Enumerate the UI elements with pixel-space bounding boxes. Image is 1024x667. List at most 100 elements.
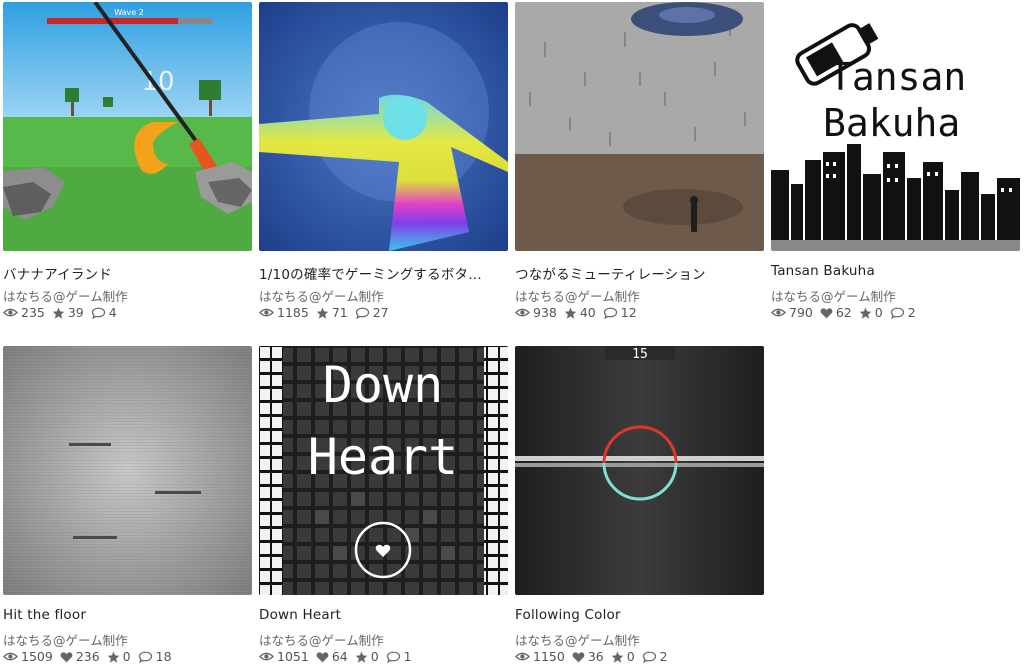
comments-stat: 18: [138, 649, 172, 664]
game-thumbnail[interactable]: [515, 2, 764, 251]
views-stat: 1509: [3, 649, 53, 664]
comments-stat: 2: [642, 649, 668, 664]
hud-wave-text: Wave 2: [114, 8, 144, 17]
eye-icon: [3, 308, 18, 317]
views-count: 1185: [277, 305, 309, 320]
stars-stat: 40: [564, 305, 596, 320]
views-count: 938: [533, 305, 557, 320]
game-title[interactable]: 1/10の確率でゲーミングするボタ…: [259, 263, 508, 283]
comments-count: 1: [403, 649, 412, 664]
likes-count: 236: [75, 649, 100, 664]
comments-count: 4: [108, 305, 117, 320]
game-title[interactable]: つながるミューティレーション: [515, 263, 764, 283]
likes-count: 64: [331, 649, 348, 664]
star-icon: [611, 651, 623, 663]
thumb-title-line2: Heart: [308, 428, 459, 486]
views-stat: 938: [515, 305, 557, 320]
heart-icon: [316, 651, 329, 662]
star-icon: [316, 307, 329, 319]
stars-count: 0: [626, 649, 635, 664]
game-thumbnail[interactable]: Wave 2 10: [3, 2, 252, 251]
game-grid: Wave 2 10 バナナアイランド はなちる@ゲーム制作 235 39 4 1…: [0, 0, 1024, 667]
eye-icon: [3, 652, 18, 661]
game-title[interactable]: Down Heart: [259, 607, 508, 623]
views-stat: 1150: [515, 649, 565, 664]
comment-icon: [890, 307, 904, 319]
game-thumbnail[interactable]: 15: [515, 346, 764, 595]
game-thumbnail[interactable]: Down Heart: [259, 346, 508, 595]
comment-icon: [642, 651, 656, 663]
heart-icon: [820, 307, 833, 318]
thumb-title-line1: Down: [323, 356, 443, 414]
stars-stat: 0: [107, 649, 131, 664]
game-stats: 790 62 0 2: [771, 305, 923, 320]
stars-count: 40: [579, 305, 596, 320]
game-author[interactable]: はなちる@ゲーム制作: [3, 630, 128, 649]
likes-stat: 36: [572, 649, 604, 664]
eye-icon: [515, 652, 530, 661]
views-count: 1150: [533, 649, 565, 664]
comment-icon: [138, 651, 152, 663]
likes-stat: 62: [820, 305, 852, 320]
stars-count: 71: [331, 305, 348, 320]
game-stats: 938 40 12: [515, 305, 644, 320]
game-author[interactable]: はなちる@ゲーム制作: [259, 286, 384, 305]
game-thumbnail[interactable]: [259, 2, 508, 251]
stars-count: 39: [67, 305, 84, 320]
eye-icon: [259, 308, 274, 317]
thumb-title-line2: Bakuha: [823, 101, 960, 145]
game-title[interactable]: Hit the floor: [3, 607, 252, 623]
game-title[interactable]: Tansan Bakuha: [771, 263, 1020, 279]
comment-icon: [355, 307, 369, 319]
stars-stat: 0: [859, 305, 883, 320]
comments-stat: 2: [890, 305, 916, 320]
thumb-title-line1: Tansan: [829, 55, 966, 99]
game-author[interactable]: はなちる@ゲーム制作: [3, 286, 128, 305]
stars-stat: 0: [355, 649, 379, 664]
views-count: 1509: [21, 649, 53, 664]
views-stat: 1185: [259, 305, 309, 320]
stars-stat: 0: [611, 649, 635, 664]
views-stat: 235: [3, 305, 45, 320]
game-stats: 1051 64 0 1: [259, 649, 419, 664]
eye-icon: [259, 652, 274, 661]
comment-icon: [91, 307, 105, 319]
comments-stat: 4: [91, 305, 117, 320]
comments-stat: 12: [603, 305, 637, 320]
views-count: 790: [789, 305, 813, 320]
eye-icon: [771, 308, 786, 317]
likes-stat: 64: [316, 649, 348, 664]
stars-count: 0: [122, 649, 131, 664]
comments-stat: 27: [355, 305, 389, 320]
game-title[interactable]: Following Color: [515, 607, 764, 623]
stars-stat: 71: [316, 305, 348, 320]
game-title[interactable]: バナナアイランド: [3, 263, 252, 283]
views-stat: 1051: [259, 649, 309, 664]
views-count: 1051: [277, 649, 309, 664]
game-thumbnail[interactable]: Tansan Bakuha: [771, 2, 1020, 251]
star-icon: [355, 651, 367, 663]
stars-stat: 39: [52, 305, 84, 320]
views-stat: 790: [771, 305, 813, 320]
comments-count: 18: [155, 649, 172, 664]
heart-icon: [60, 651, 73, 662]
comment-icon: [603, 307, 617, 319]
star-icon: [52, 307, 65, 319]
comments-count: 2: [907, 305, 916, 320]
game-author[interactable]: はなちる@ゲーム制作: [771, 286, 896, 305]
game-author[interactable]: はなちる@ゲーム制作: [515, 630, 640, 649]
likes-count: 62: [835, 305, 852, 320]
star-icon: [564, 307, 577, 319]
game-thumbnail[interactable]: [3, 346, 252, 595]
likes-stat: 236: [60, 649, 100, 664]
game-stats: 235 39 4: [3, 305, 124, 320]
game-stats: 1150 36 0 2: [515, 649, 675, 664]
star-icon: [859, 307, 872, 319]
stars-count: 0: [370, 649, 379, 664]
likes-count: 36: [587, 649, 604, 664]
game-author[interactable]: はなちる@ゲーム制作: [515, 286, 640, 305]
star-icon: [107, 651, 119, 663]
comment-icon: [386, 651, 400, 663]
game-author[interactable]: はなちる@ゲーム制作: [259, 630, 384, 649]
game-stats: 1509 236 0 18: [3, 649, 179, 664]
